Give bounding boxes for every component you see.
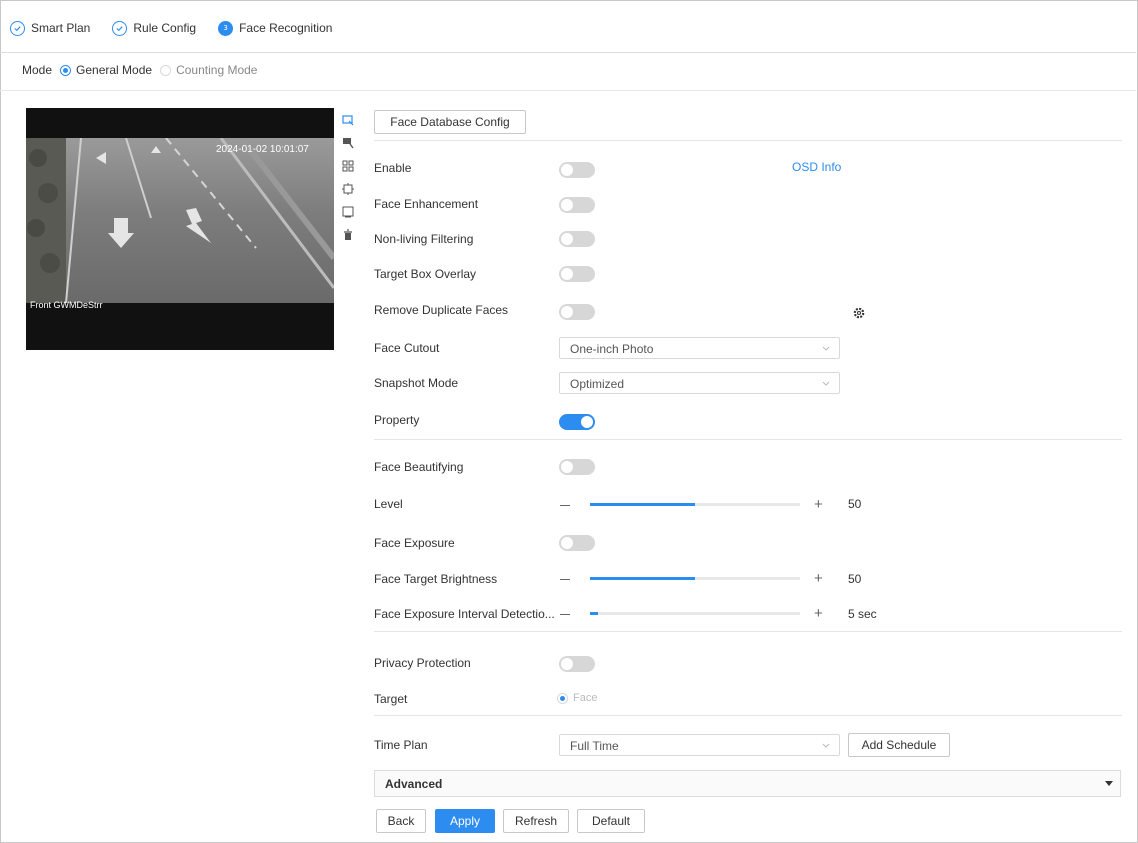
advanced-section[interactable]: Advanced xyxy=(374,770,1121,797)
add-schedule-button[interactable]: Add Schedule xyxy=(848,733,950,757)
radio-face[interactable] xyxy=(557,692,568,704)
face-beautifying-toggle[interactable] xyxy=(559,459,595,475)
slider-fill xyxy=(590,577,695,580)
level-value: 50 xyxy=(848,497,862,511)
apply-button[interactable]: Apply xyxy=(435,809,495,833)
face-database-config-button[interactable]: Face Database Config xyxy=(374,110,526,134)
back-button[interactable]: Back xyxy=(376,809,426,833)
draw-rule-icon[interactable] xyxy=(342,137,354,149)
target-face-radio[interactable]: Face xyxy=(557,692,597,704)
time-plan-value: Full Time xyxy=(570,739,619,753)
property-toggle[interactable] xyxy=(559,414,595,430)
target-box-overlay-toggle[interactable] xyxy=(559,266,595,282)
face-target-brightness-label: Face Target Brightness xyxy=(374,572,498,586)
step-label: Face Recognition xyxy=(239,21,333,35)
time-plan-label: Time Plan xyxy=(374,738,428,752)
divider xyxy=(374,140,1122,141)
face-exposure-toggle[interactable] xyxy=(559,535,595,551)
remove-duplicate-faces-toggle[interactable] xyxy=(559,304,595,320)
step-wizard: Smart Plan Rule Config 3 Face Recognitio… xyxy=(10,18,354,38)
remove-duplicate-faces-label: Remove Duplicate Faces xyxy=(374,303,509,317)
target-box-overlay-label: Target Box Overlay xyxy=(374,267,477,281)
grid-icon[interactable] xyxy=(342,160,354,172)
divider xyxy=(374,631,1122,632)
property-label: Property xyxy=(374,413,420,427)
video-toolbar xyxy=(341,114,355,252)
snapshot-mode-label: Snapshot Mode xyxy=(374,376,459,390)
step-face-recognition[interactable]: 3 Face Recognition xyxy=(218,20,333,36)
chevron-down-icon xyxy=(822,346,830,351)
default-button[interactable]: Default xyxy=(577,809,645,833)
mode-label: Mode xyxy=(22,63,53,77)
step-rule-config[interactable]: Rule Config xyxy=(112,20,197,36)
non-living-filtering-toggle[interactable] xyxy=(559,231,595,247)
advanced-label: Advanced xyxy=(385,777,443,791)
refresh-button[interactable]: Refresh xyxy=(503,809,569,833)
osd-timestamp: 2024-01-02 10:01:07 xyxy=(216,144,309,155)
divider xyxy=(374,439,1122,440)
face-enhancement-toggle[interactable] xyxy=(559,197,595,213)
enable-label: Enable xyxy=(374,161,412,175)
level-decrease-button[interactable] xyxy=(560,505,570,506)
check-circle-icon xyxy=(112,20,128,36)
brightness-decrease-button[interactable] xyxy=(560,579,570,580)
target-filter-icon[interactable] xyxy=(342,183,354,195)
privacy-protection-toggle[interactable] xyxy=(559,656,595,672)
face-exposure-interval-slider[interactable] xyxy=(590,612,800,615)
target-face-option: Face xyxy=(573,692,598,704)
face-enhancement-label: Face Enhancement xyxy=(374,197,479,211)
mode-selector: Mode General Mode Counting Mode xyxy=(22,61,257,79)
radio-general-mode[interactable] xyxy=(60,64,72,76)
select-area-icon[interactable] xyxy=(342,114,354,126)
osd-info-link[interactable]: OSD Info xyxy=(792,160,841,174)
check-circle-icon xyxy=(10,20,25,36)
non-living-filtering-label: Non-living Filtering xyxy=(374,232,474,246)
gear-icon[interactable] xyxy=(853,307,865,319)
slider-fill xyxy=(590,503,695,506)
radio-counting-mode[interactable] xyxy=(160,64,172,76)
face-target-brightness-slider[interactable] xyxy=(590,577,800,580)
chevron-down-icon xyxy=(822,381,830,386)
face-cutout-label: Face Cutout xyxy=(374,341,440,355)
interval-increase-button[interactable]: + xyxy=(814,606,823,621)
face-exposure-interval-value: 5 sec xyxy=(848,607,877,621)
step-number-icon: 3 xyxy=(218,20,234,36)
step-label: Smart Plan xyxy=(31,21,91,35)
divider xyxy=(0,90,1136,91)
enable-toggle[interactable] xyxy=(559,162,595,178)
face-exposure-interval-label: Face Exposure Interval Detectio... xyxy=(374,607,555,621)
privacy-protection-label: Privacy Protection xyxy=(374,656,471,670)
face-target-brightness-value: 50 xyxy=(848,572,862,586)
target-label: Target xyxy=(374,692,408,706)
general-mode-label[interactable]: General Mode xyxy=(76,63,152,77)
level-label: Level xyxy=(374,497,403,511)
snapshot-mode-value: Optimized xyxy=(570,377,625,391)
brightness-increase-button[interactable]: + xyxy=(814,571,823,586)
face-beautifying-label: Face Beautifying xyxy=(374,460,464,474)
delete-icon[interactable] xyxy=(342,229,354,241)
min-size-icon[interactable] xyxy=(342,206,354,218)
face-exposure-label: Face Exposure xyxy=(374,536,455,550)
interval-decrease-button[interactable] xyxy=(560,614,570,615)
slider-fill xyxy=(590,612,599,615)
osd-channel-name: Front GWMDeStrr xyxy=(30,300,103,310)
divider xyxy=(374,715,1122,716)
divider xyxy=(0,52,1136,53)
time-plan-select[interactable]: Full Time xyxy=(559,734,840,756)
chevron-down-icon xyxy=(822,743,830,748)
camera-scene xyxy=(26,136,334,304)
level-increase-button[interactable]: + xyxy=(814,497,823,512)
step-smart-plan[interactable]: Smart Plan xyxy=(10,20,91,36)
caret-down-icon xyxy=(1105,781,1113,786)
step-label: Rule Config xyxy=(133,21,197,35)
counting-mode-label[interactable]: Counting Mode xyxy=(176,63,257,77)
face-cutout-value: One-inch Photo xyxy=(570,342,654,356)
snapshot-mode-select[interactable]: Optimized xyxy=(559,372,840,394)
face-cutout-select[interactable]: One-inch Photo xyxy=(559,337,840,359)
level-slider[interactable] xyxy=(590,503,800,506)
live-video-preview[interactable]: 2024-01-02 10:01:07 Front GWMDeStrr xyxy=(26,108,334,350)
